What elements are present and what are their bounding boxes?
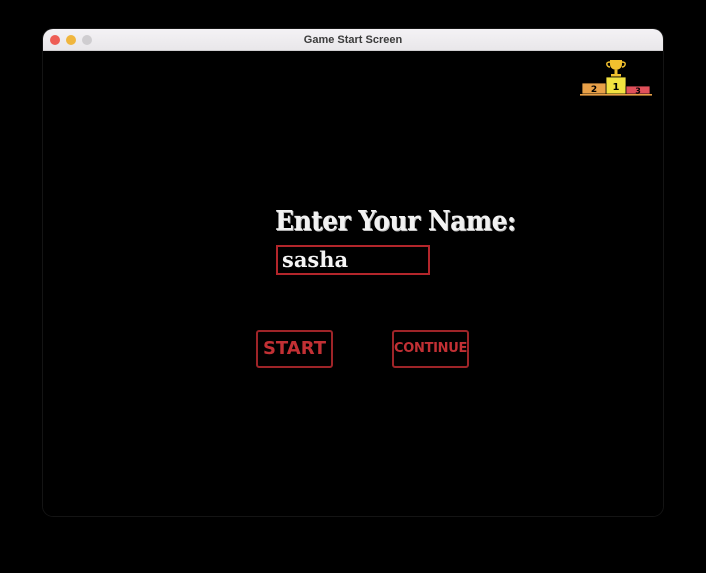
app-window: Game Start Screen 1 2 3 Enter Your Name:… [43,29,663,516]
podium-trophy-icon: 1 2 3 [580,60,652,96]
name-prompt-label: Enter Your Name: [275,206,516,237]
player-name-input[interactable]: sasha [276,245,430,275]
leaderboard-button[interactable]: 1 2 3 [579,59,653,97]
game-start-screen: 1 2 3 Enter Your Name: sasha START CONTI… [43,51,663,516]
continue-button[interactable]: CONTINUE [392,330,469,368]
podium-label-second: 2 [591,85,597,95]
start-button[interactable]: START [256,330,333,368]
podium-label-first: 1 [613,82,620,93]
title-bar: Game Start Screen [43,29,663,51]
window-title: Game Start Screen [303,34,403,46]
podium-label-third: 3 [635,87,641,96]
